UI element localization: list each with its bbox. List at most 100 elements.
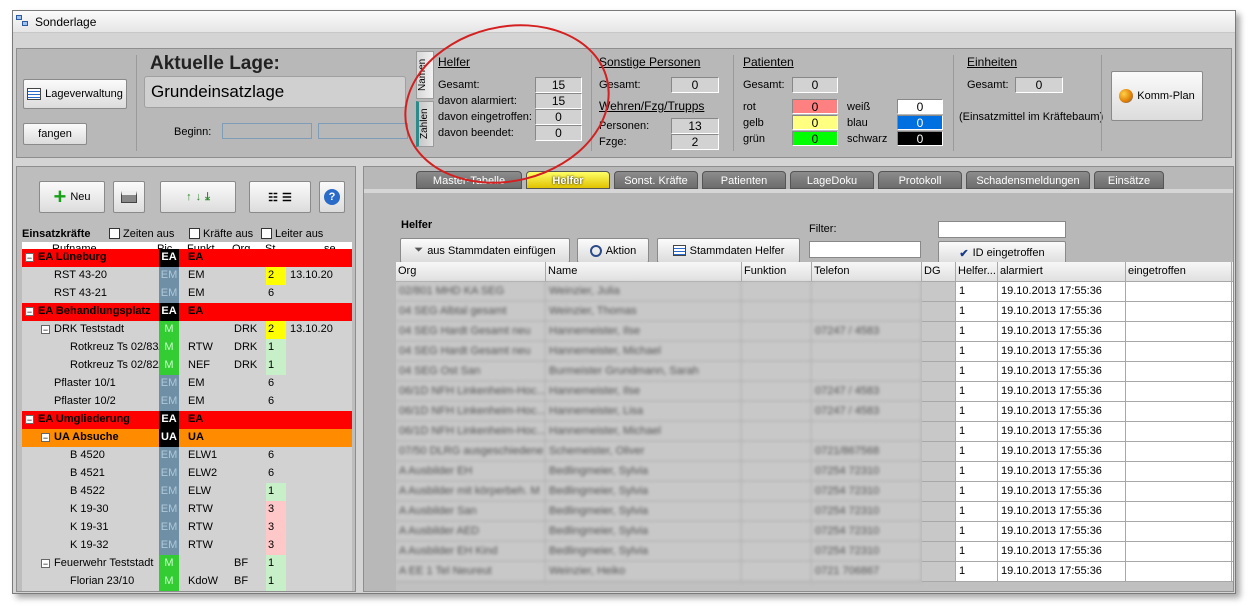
table-row[interactable]: A Ausbilder mit körperbeh. M Bedlingmeier… xyxy=(396,482,1233,502)
beginn-time-field[interactable] xyxy=(318,123,408,139)
kraefte-aus-checkbox[interactable]: Kräfte aus xyxy=(189,228,253,240)
tree-expander-icon[interactable]: − xyxy=(41,559,50,568)
table-row[interactable]: A EE 1 Tel Neureut Weinzier, Heiko 0721 70… xyxy=(396,562,1233,582)
time-cell: 13.10.20 xyxy=(290,323,333,335)
arrow-up-icon[interactable]: ↑ xyxy=(186,191,192,203)
funkt-cell: EA xyxy=(188,305,204,317)
table-col-header[interactable]: alarmiert xyxy=(998,262,1126,282)
table-cell-name: Hannemeister, Michael xyxy=(546,342,742,362)
tab-sonst-kr-fte[interactable]: Sonst. Kräfte xyxy=(614,171,698,189)
table-row[interactable]: 06/1D NFH Linkenheim-Hoc... Hannemeister,… xyxy=(396,402,1233,422)
komm-plan-button[interactable]: Komm-Plan xyxy=(1111,71,1203,121)
table-row[interactable]: 04 SEG Hardt Gesamt neu Hannemeister, Ils… xyxy=(396,322,1233,342)
org-cell xyxy=(234,285,262,303)
tree-row[interactable]: B 4521 EM ELW2 6 xyxy=(22,465,352,483)
lage-name-field[interactable]: Grundeinsatzlage xyxy=(144,76,406,108)
check-icon: ✔ xyxy=(959,247,969,260)
table-row[interactable]: 02/801 MHD KA SEG Weinzier, Julia 1 19.10.2… xyxy=(396,282,1233,302)
arrow-down-icon[interactable]: ↓ xyxy=(196,191,202,203)
tree-row[interactable]: − EA Behandlungsplatz EA EA xyxy=(22,303,352,321)
aus-stammdaten-button[interactable]: ⏷ aus Stammdaten einfügen xyxy=(400,238,570,263)
filter-input[interactable] xyxy=(809,241,921,258)
tree-row[interactable]: RST 43-20 EM EM 2 13.10.20 xyxy=(22,267,352,285)
tree-row[interactable]: − EA Umgliederung EA EA xyxy=(22,411,352,429)
helfer-table[interactable]: Org Name Funktion Telefon DG Helfer... alarmie… xyxy=(396,262,1233,591)
tab-patienten[interactable]: Patienten xyxy=(702,171,786,189)
tree-row[interactable]: RST 43-21 EM EM 6 xyxy=(22,285,352,303)
table-row[interactable]: 07/50 DLRG ausgeschiedene Schemeister, Ol… xyxy=(396,442,1233,462)
tree-row[interactable]: − Feuerwehr Teststadt M BF 1 xyxy=(22,555,352,573)
tree-row[interactable]: − UA Absuche UA UA xyxy=(22,429,352,447)
table-col-header[interactable]: Name xyxy=(546,262,742,282)
org-cell xyxy=(234,447,262,465)
tree-row[interactable]: Pflaster 10/1 EM EM 6 xyxy=(22,375,352,393)
einsatzkraefte-tree[interactable]: − EA Lüneburg EA EA RST 43-20 EM EM 2 13.10.20 RS… xyxy=(22,249,352,591)
table-col-header[interactable]: I xyxy=(1232,262,1233,282)
table-row[interactable]: 06/1D NFH Linkenheim-Hoc... Hannemeister,… xyxy=(396,382,1233,402)
tree-expander-icon[interactable]: − xyxy=(41,325,50,334)
tree-row[interactable]: B 4522 EM ELW 1 xyxy=(22,483,352,501)
tree-row[interactable]: Pflaster 10/2 EM EM 6 xyxy=(22,393,352,411)
org-cell: DRK xyxy=(234,341,258,353)
tree-row[interactable]: K 19-32 EM RTW 3 xyxy=(22,537,352,555)
tab-master-tabelle[interactable]: Master-Tabelle xyxy=(416,171,522,189)
tab-schadensmeldungen[interactable]: Schadensmeldungen xyxy=(966,171,1090,189)
tree-row[interactable]: Rotkreuz Ts 02/83/0 M RTW DRK 1 xyxy=(22,339,352,357)
table-row[interactable]: A Ausbilder EH Bedlingmeier, Sylvia 07254 … xyxy=(396,462,1233,482)
table-col-header[interactable]: Org xyxy=(396,262,546,282)
table-col-header[interactable]: eingetroffen xyxy=(1126,262,1232,282)
title-bar[interactable]: Sonderlage xyxy=(13,11,1235,33)
sonstige-gesamt-label: Gesamt: xyxy=(599,79,641,91)
tab-lagedoku[interactable]: LageDoku xyxy=(790,171,874,189)
tab-namen[interactable]: Namen xyxy=(416,51,434,99)
table-col-header[interactable]: Helfer... xyxy=(956,262,998,282)
table-cell-dg xyxy=(922,502,956,522)
fangen-button[interactable]: fangen xyxy=(23,123,87,145)
time-cell xyxy=(290,555,352,573)
table-row[interactable]: A Ausbilder San Bedlingmeier, Sylvia 07254… xyxy=(396,502,1233,522)
time-cell xyxy=(290,537,352,555)
tab-zahlen[interactable]: Zahlen xyxy=(416,101,434,147)
tree-row[interactable]: − EA Lüneburg EA EA xyxy=(22,249,352,267)
table-row[interactable]: 04 SEG Albtal gesamt Weinzier, Thomas 1 19.… xyxy=(396,302,1233,322)
tab-eins-tze[interactable]: Einsätze xyxy=(1094,171,1164,189)
beginn-date-field[interactable] xyxy=(222,123,312,139)
tree-expand-icon[interactable]: ☷ xyxy=(268,191,278,204)
tree-expander-icon[interactable]: − xyxy=(25,415,34,424)
table-cell-alarm: 19.10.2013 17:55:36 xyxy=(998,342,1126,362)
tree-row[interactable]: K 19-31 EM RTW 3 xyxy=(22,519,352,537)
lageverwaltung-button[interactable]: Lageverwaltung xyxy=(23,79,127,109)
id-input[interactable] xyxy=(938,221,1066,238)
table-col-header[interactable]: Funktion xyxy=(742,262,812,282)
tab-helfer[interactable]: Helfer xyxy=(526,171,610,189)
table-row[interactable]: A Ausbilder EH Kind Bedlingmeier, Sylvia 0… xyxy=(396,542,1233,562)
aktion-button[interactable]: Aktion xyxy=(577,238,649,263)
tree-expander-icon[interactable]: − xyxy=(41,433,50,442)
tree-expander-icon[interactable]: − xyxy=(25,253,34,262)
help-button[interactable]: ? xyxy=(319,181,345,213)
tree-row[interactable]: − DRK Teststadt M DRK 2 13.10.20 xyxy=(22,321,352,339)
tree-row[interactable]: K 19-30 EM RTW 3 xyxy=(22,501,352,519)
leiter-aus-checkbox[interactable]: Leiter aus xyxy=(261,228,323,240)
leiter-aus-label: Leiter aus xyxy=(275,228,324,240)
neu-button[interactable]: + Neu xyxy=(39,181,105,213)
aktion-label: Aktion xyxy=(605,244,637,257)
tab-protokoll[interactable]: Protokoll xyxy=(878,171,962,189)
table-row[interactable]: 04 SEG Hardt Gesamt neu Hannemeister, Mic… xyxy=(396,342,1233,362)
download-icon[interactable]: ⤓ xyxy=(205,191,210,204)
stammdaten-helfer-button[interactable]: Stammdaten Helfer xyxy=(657,238,800,263)
tree-row[interactable]: Rotkreuz Ts 02/82/0 M NEF DRK 1 xyxy=(22,357,352,375)
tree-list-icon[interactable]: ☰ xyxy=(282,191,292,204)
tree-row[interactable]: B 4520 EM ELW1 6 xyxy=(22,447,352,465)
table-col-header[interactable]: Telefon xyxy=(812,262,922,282)
zeiten-aus-checkbox[interactable]: Zeiten aus xyxy=(109,228,174,240)
tree-row[interactable]: Florian 23/10 M KdoW BF 1 xyxy=(22,573,352,591)
table-col-header[interactable]: DG xyxy=(922,262,956,282)
table-row[interactable]: A Ausbilder AED Bedlingmeier, Sylvia 07254… xyxy=(396,522,1233,542)
print-button[interactable] xyxy=(113,181,145,213)
time-cell: 13.10.20 xyxy=(290,269,333,281)
table-row[interactable]: 04 SEG Ost San Burmeister Grundmann, Sara… xyxy=(396,362,1233,382)
lageverwaltung-label: Lageverwaltung xyxy=(45,88,123,100)
table-row[interactable]: 06/1D NFH Linkenheim-Hoc... Hannemeister,… xyxy=(396,422,1233,442)
tree-expander-icon[interactable]: − xyxy=(25,307,34,316)
